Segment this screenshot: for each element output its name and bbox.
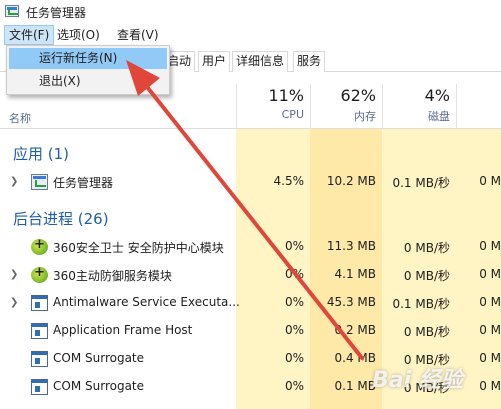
network-cell: 0 M (479, 267, 501, 281)
menu-file[interactable]: 文件(F) (4, 25, 55, 45)
network-cell: 0 M (479, 239, 501, 253)
cpu-percent: 11% (268, 86, 304, 105)
network-cell: 0 M (479, 323, 501, 337)
memory-cell: 45.3 MB (326, 295, 376, 309)
menu-view[interactable]: 查看(V) (113, 25, 163, 45)
memory-cell: 0.2 MB (334, 323, 376, 337)
memory-cell: 4.1 MB (334, 267, 376, 281)
chevron-right-icon[interactable]: ❯ (10, 269, 18, 280)
apps-group-header: 应用 (1) (13, 145, 70, 163)
tab-services[interactable]: 服务 (293, 51, 326, 72)
window-title: 任务管理器 (26, 6, 87, 20)
process-row[interactable]: ❯ 任务管理器 4.5% 10.2 MB 0.1 MB/秒 0 M (0, 168, 501, 196)
cpu-cell: 0% (284, 295, 304, 309)
cpu-cell: 0% (284, 239, 304, 253)
memory-cell: 10.2 MB (326, 174, 376, 188)
process-row[interactable]: ❯ 360主动防御服务模块 0% 4.1 MB 0 MB/秒 0 M (0, 261, 501, 289)
memory-column-header[interactable]: 62% 内存 (310, 84, 382, 129)
com-icon (31, 351, 48, 367)
background-group-header: 后台进程 (26) (13, 210, 109, 228)
tab-users[interactable]: 用户 (198, 51, 231, 72)
name-column-header[interactable]: 名称 (9, 110, 31, 126)
process-name: 360主动防御服务模块 (53, 269, 172, 283)
cpu-column-header[interactable]: 11% CPU (236, 84, 310, 129)
disk-cell: 0.1 MB/秒 (392, 176, 450, 190)
360-icon (31, 265, 48, 283)
disk-label: 磁盘 (428, 110, 450, 123)
process-name: 360安全卫士 安全防护中心模块 (53, 241, 224, 255)
process-row[interactable]: 360安全卫士 安全防护中心模块 0% 11.3 MB 0 MB/秒 0 M (0, 233, 501, 261)
memory-cell: 11.3 MB (326, 239, 376, 253)
memory-label: 内存 (354, 110, 376, 123)
process-name: Antimalware Service Executa... (53, 295, 240, 309)
tab-details[interactable]: 详细信息 (232, 51, 289, 72)
disk-column-header[interactable]: 4% 磁盘 (382, 84, 456, 129)
process-name: 任务管理器 (53, 176, 114, 190)
task-manager-icon (31, 174, 48, 190)
cpu-cell: 0% (284, 351, 304, 365)
process-row[interactable]: Application Frame Host 0% 0.2 MB 0 MB/秒 … (0, 317, 501, 345)
network-column-header[interactable] (456, 84, 501, 129)
cpu-cell: 0% (284, 323, 304, 337)
service-icon (31, 295, 48, 311)
process-name: COM Surrogate (53, 379, 145, 393)
360-icon (31, 237, 48, 255)
watermark-logo: Bai 经验 (372, 368, 463, 393)
file-menu-dropdown: 运行新任务(N) 退出(X) (6, 45, 170, 95)
menu-options[interactable]: 选项(O) (53, 25, 104, 45)
disk-cell: 0 MB/秒 (403, 325, 450, 339)
exit-menu-item[interactable]: 退出(X) (9, 71, 167, 92)
cpu-cell: 4.5% (273, 174, 305, 188)
task-manager-icon (5, 5, 19, 17)
memory-cell: 0.1 MB (334, 379, 376, 393)
disk-cell: 0.1 MB/秒 (392, 297, 450, 311)
cpu-label: CPU (281, 108, 304, 121)
title-bar: 任务管理器 (0, 0, 501, 24)
memory-percent: 62% (340, 86, 376, 105)
menu-bar: 文件(F) 选项(O) 查看(V) (0, 24, 501, 46)
cpu-cell: 0% (284, 379, 304, 393)
disk-percent: 4% (424, 86, 450, 105)
process-name: COM Surrogate (53, 351, 145, 365)
disk-cell: 0 MB/秒 (403, 269, 450, 283)
run-new-task-menu-item[interactable]: 运行新任务(N) (9, 48, 167, 69)
app-frame-icon (31, 323, 48, 339)
chevron-right-icon[interactable]: ❯ (10, 176, 18, 187)
com-icon (31, 379, 48, 395)
network-cell: 0 M (479, 174, 501, 188)
disk-cell: 0 MB/秒 (403, 241, 450, 255)
cpu-cell: 0% (284, 267, 304, 281)
process-row[interactable]: ❯ Antimalware Service Executa... 0% 45.3… (0, 289, 501, 317)
network-cell: 0 M (479, 295, 501, 309)
process-name: Application Frame Host (53, 323, 193, 337)
memory-cell: 0.4 MB (334, 351, 376, 365)
chevron-right-icon[interactable]: ❯ (10, 297, 18, 308)
